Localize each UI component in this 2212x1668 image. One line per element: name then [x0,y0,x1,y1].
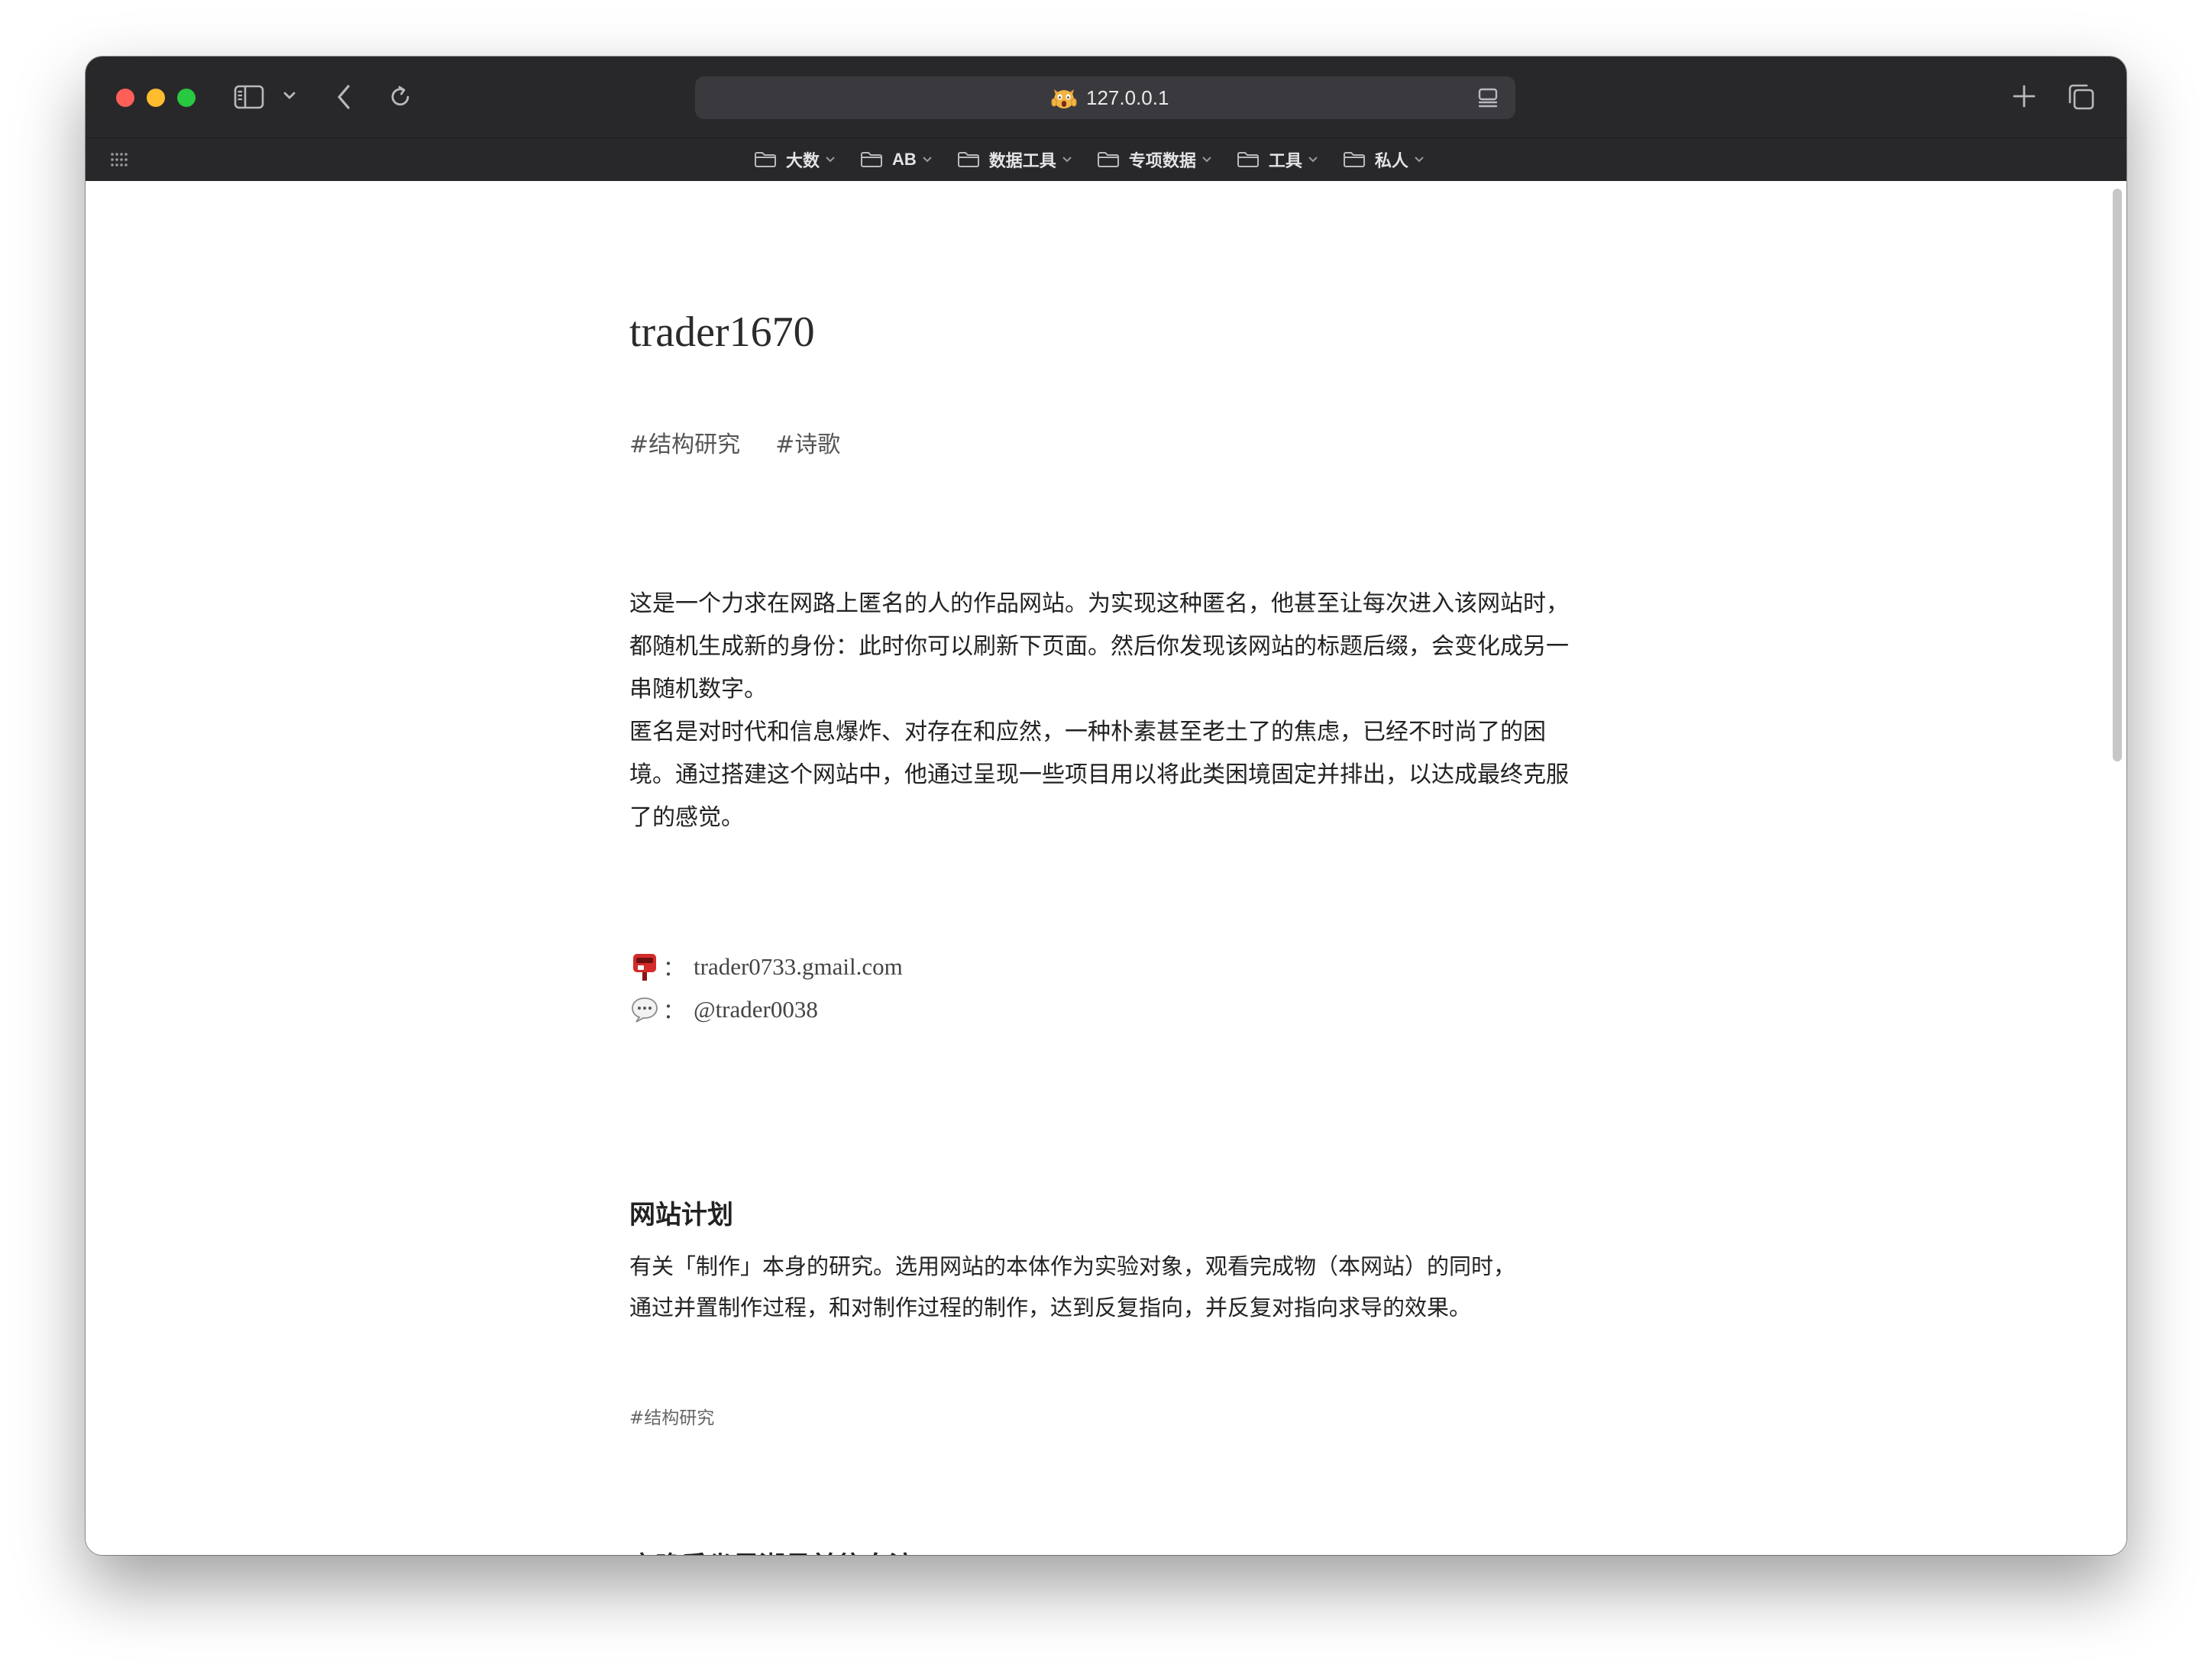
chevron-down-icon [1062,156,1072,163]
contact-colon: ： [663,955,685,981]
bookmark-label: AB [892,150,917,169]
postbox-icon [629,952,660,982]
bookmark-folder[interactable]: 工具 [1237,147,1318,172]
intro-paragraph: 这是一个力求在网路上匿名的人的作品网站。为实现这种匿名，他甚至让每次进入该网站时… [629,590,1569,703]
contact-email: ： trader0733.gmail.com [629,948,903,986]
folder-icon [754,150,777,169]
bookmark-folder[interactable]: 专项数据 [1097,147,1212,172]
minimize-window-button[interactable] [147,89,165,107]
project-title[interactable]: 网站计划 [629,1194,733,1231]
address-url-text: 127.0.0.1 [1086,86,1169,109]
screaming-cat-favicon-icon [1051,85,1077,111]
back-icon[interactable] [335,82,353,112]
browser-window: 127.0.0.1 大数 AB 数据工具 专项数据 工具 私人 trader16… [86,57,2126,1555]
email-address[interactable]: trader0733.gmail.com [694,953,903,981]
browser-toolbar: 127.0.0.1 [86,57,2126,137]
speech-bubble-icon [629,994,660,1025]
reload-icon[interactable] [388,84,414,110]
chevron-down-icon [825,156,836,163]
tag-list: #结构研究 #诗歌 [629,425,875,459]
bookmark-folder[interactable]: 大数 [754,147,836,172]
bookmark-folder[interactable]: 数据工具 [957,147,1072,172]
project-description: 有关「制作」本身的研究。选用网站的本体作为实验对象，观看完成物（本网站）的同时，… [629,1246,1569,1328]
folder-icon [1237,150,1260,169]
project-tag[interactable]: #结构研究 [629,1403,714,1429]
intro-text: 这是一个力求在网路上匿名的人的作品网站。为实现这种匿名，他甚至让每次进入该网站时… [629,583,1569,839]
vertical-scrollbar[interactable] [2113,189,2122,761]
project-title[interactable]: 夜晚乘坐黑潮号前往白滨 [629,1545,915,1555]
bookmark-label: 专项数据 [1128,151,1196,170]
sidebar-toggle-icon[interactable] [234,84,264,110]
reader-mode-icon[interactable] [1477,87,1499,112]
folder-icon [1343,150,1366,169]
sidebar-menu-chevron-down-icon[interactable] [283,90,296,101]
zoom-window-button[interactable] [177,89,196,107]
bookmark-label: 数据工具 [988,151,1056,170]
bookmark-folder[interactable]: 私人 [1343,147,1425,172]
bookmark-label: 私人 [1374,151,1408,170]
bookmarks-bar: 大数 AB 数据工具 专项数据 工具 私人 [86,137,2126,182]
chevron-down-icon [1308,156,1318,163]
chevron-down-icon [1414,156,1425,163]
bookmark-label: 工具 [1268,151,1302,170]
folder-icon [860,150,883,169]
site-title: trader1670 [629,309,815,356]
address-bar[interactable]: 127.0.0.1 [695,76,1515,119]
tag-link[interactable]: #结构研究 [629,425,740,459]
folder-icon [957,150,980,169]
project-description-line: 通过并置制作过程，和对制作过程的制作，达到反复指向，并反复对指向求导的效果。 [629,1295,1472,1320]
apps-grid-icon[interactable] [110,151,128,172]
contact-colon: ： [663,998,685,1023]
chevron-down-icon [922,156,933,163]
contact-social: ： @trader0038 [629,991,818,1029]
new-tab-plus-icon[interactable] [2012,84,2036,108]
bookmark-folder[interactable]: AB [860,150,933,170]
folder-icon [1097,150,1120,169]
bookmark-folders: 大数 AB 数据工具 专项数据 工具 私人 [754,138,1449,181]
close-window-button[interactable] [116,89,134,107]
bookmark-label: 大数 [786,151,820,170]
social-handle[interactable]: @trader0038 [694,996,818,1023]
project-description-line: 有关「制作」本身的研究。选用网站的本体作为实验对象，观看完成物（本网站）的同时， [629,1253,1516,1279]
intro-paragraph: 匿名是对时代和信息爆炸、对存在和应然，一种朴素甚至老土了的焦虑，已经不时尚了的困… [629,719,1569,831]
tab-overview-icon[interactable] [2067,82,2096,112]
chevron-down-icon [1201,156,1212,163]
page-content: trader1670 #结构研究 #诗歌 这是一个力求在网路上匿名的人的作品网站… [86,181,2126,1555]
tag-link[interactable]: #诗歌 [775,425,840,459]
